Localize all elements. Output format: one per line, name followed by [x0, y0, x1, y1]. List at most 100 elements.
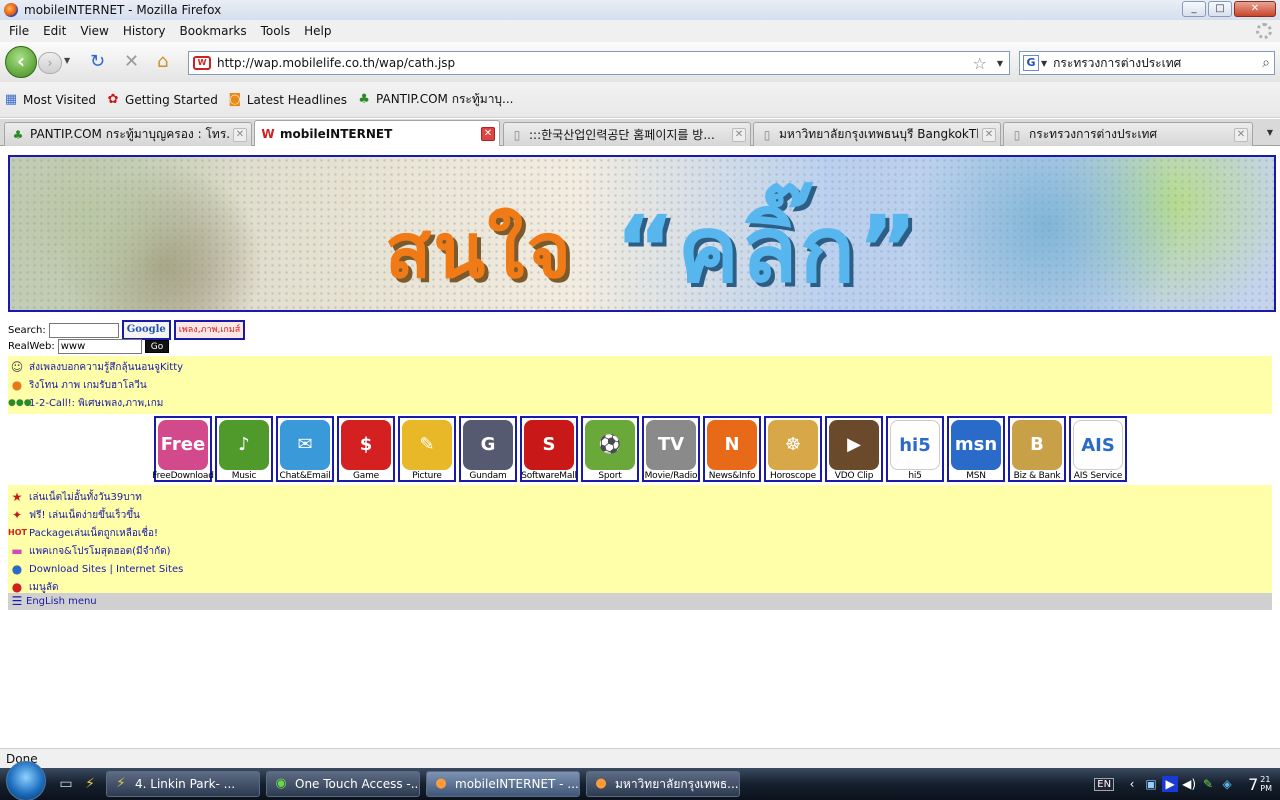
url-text[interactable]: http://wap.mobilelife.co.th/wap/cath.jsp [217, 56, 973, 70]
realweb-input[interactable] [57, 339, 142, 354]
bookmark-pantip[interactable]: ♣ PANTIP.COM กระทู้มาบุ... [357, 90, 513, 109]
url-dropdown-icon[interactable]: ▼ [997, 59, 1003, 68]
media-player-icon[interactable]: ▶ [1162, 776, 1179, 792]
link-text[interactable]: ริงโทน ภาพ เกมรับฮาโลวีน [29, 378, 147, 393]
tray-app-icon[interactable]: ✎ [1200, 776, 1216, 792]
minimize-button[interactable]: _ [1182, 1, 1206, 17]
history-dropdown-icon[interactable]: ▼ [64, 56, 70, 65]
update-icon[interactable]: ◈ [1219, 776, 1235, 792]
tab-close-icon[interactable]: ✕ [1234, 127, 1248, 142]
google-engine-icon[interactable]: G [1023, 55, 1039, 71]
list-item[interactable]: ● Download Sites | Internet Sites [8, 560, 1272, 578]
app-tile-biz-bank[interactable]: B Biz & Bank [1008, 416, 1066, 482]
url-bar[interactable]: W http://wap.mobilelife.co.th/wap/cath.j… [188, 51, 1010, 75]
reload-icon[interactable]: ↻ [90, 52, 105, 72]
taskbar-item-university[interactable]: ● มหาวิทยาลัยกรุงเทพธ... [586, 771, 740, 797]
tab-close-icon[interactable]: ✕ [481, 126, 495, 141]
app-tile-vdo-clip[interactable]: ▶ VDO Clip [825, 416, 883, 482]
taskbar-item-one-touch[interactable]: ◉ One Touch Access -... [266, 771, 420, 797]
search-bar[interactable]: G ▼ กระทรวงการต่างประเทศ ⌕ [1019, 51, 1275, 75]
start-button[interactable] [6, 761, 46, 800]
media-search-button[interactable]: เพลง,ภาพ,เกมส์ [173, 320, 246, 340]
app-tile-horoscope[interactable]: ☸ Horoscope [764, 416, 822, 482]
engine-dropdown-icon[interactable]: ▼ [1041, 59, 1047, 68]
taskbar-item-linkin-park[interactable]: ⚡ 4. Linkin Park- ... [106, 771, 260, 797]
menu-file[interactable]: File [2, 24, 36, 38]
app-tile-softwaremall[interactable]: S SoftwareMall [520, 416, 578, 482]
app-tile-news-info[interactable]: N News&Info [703, 416, 761, 482]
menu-history[interactable]: History [116, 24, 173, 38]
app-tile-freedownload[interactable]: Free FreeDownload [152, 416, 214, 482]
tab-close-icon[interactable]: ✕ [233, 127, 247, 142]
link-text[interactable]: Download Sites | Internet Sites [29, 564, 183, 575]
link-text[interactable]: เล่นเน็ตไม่อั้นทั้งวัน39บาท [29, 490, 142, 505]
tab-foreign-ministry[interactable]: ▯ กระทรวงการต่างประเทศ ✕ [1003, 122, 1253, 146]
app-tile-chat-email[interactable]: ✉ Chat&Email [276, 416, 334, 482]
all-tabs-dropdown-icon[interactable]: ▼ [1262, 123, 1278, 143]
link-text[interactable]: แพคเกจ&โปรโมสุดฮอต(มีจำกัด) [29, 544, 171, 559]
app-tile-msn[interactable]: msn MSN [947, 416, 1005, 482]
english-menu-link[interactable]: EngLish menu [26, 596, 97, 607]
list-item[interactable]: ●●● 1-2-Call!: พิเศษเพลง,ภาพ,เกม [8, 394, 1272, 412]
app-label: hi5 [908, 471, 922, 481]
app-tile-gundam[interactable]: G Gundam [459, 416, 517, 482]
tab-mobileinternet[interactable]: W mobileINTERNET ✕ [254, 120, 500, 146]
menu-bookmarks[interactable]: Bookmarks [173, 24, 254, 38]
link-text[interactable]: Packageเล่นเน็ตถูกเหลือเชื่อ! [29, 526, 158, 541]
app-tile-ais-service[interactable]: AIS AIS Service [1069, 416, 1127, 482]
tab-close-icon[interactable]: ✕ [732, 127, 746, 142]
runner-icon: ✦ [11, 508, 23, 522]
list-item[interactable]: ● ริงโทน ภาพ เกมรับฮาโลวีน [8, 376, 1272, 394]
list-item[interactable]: ▬ แพคเกจ&โปรโมสุดฮอต(มีจำกัด) [8, 542, 1272, 560]
tab-university[interactable]: ▯ มหาวิทยาลัยกรุงเทพธนบุรี BangkokTh... … [753, 122, 1001, 146]
search-query[interactable]: กระทรวงการต่างประเทศ [1053, 54, 1262, 73]
app-tile-game[interactable]: $ Game [337, 416, 395, 482]
list-item[interactable]: HOT Packageเล่นเน็ตถูกเหลือเชื่อ! [8, 524, 1272, 542]
volume-icon[interactable]: ◀) [1181, 776, 1197, 792]
link-text[interactable]: ส่งเพลงบอกความรู้สึกลุ้นนอนจูKitty [29, 360, 183, 375]
english-menu-bar[interactable]: ☰ EngLish menu [8, 593, 1272, 610]
tab-pantip[interactable]: ♣ PANTIP.COM กระทู้มาบุญครอง : โทร... ✕ [4, 122, 252, 146]
app-label: Biz & Bank [1013, 471, 1061, 481]
link-text[interactable]: 1-2-Call!: พิเศษเพลง,ภาพ,เกม [29, 396, 163, 411]
tray-expand-icon[interactable]: ‹ [1124, 776, 1140, 792]
network-icon[interactable]: ▣ [1143, 776, 1159, 792]
app-artwork-icon: ✎ [402, 420, 452, 470]
forward-button[interactable]: › [38, 52, 62, 74]
promo-banner[interactable]: สนใจ “คลิ๊ก” [8, 155, 1276, 312]
list-item[interactable]: ☺ ส่งเพลงบอกความรู้สึกลุ้นนอนจูKitty [8, 358, 1272, 376]
back-button[interactable]: ‹ [5, 46, 37, 78]
app-tile-music[interactable]: ♪ Music [215, 416, 273, 482]
app-tile-sport[interactable]: ⚽ Sport [581, 416, 639, 482]
menu-edit[interactable]: Edit [36, 24, 73, 38]
bookmark-latest-headlines[interactable]: ◙ Latest Headlines [228, 92, 348, 107]
link-text[interactable]: ฟรี! เล่นเน็ตง่ายขึ้นเร็วขึ้น [29, 508, 140, 523]
maximize-button[interactable]: □ [1208, 1, 1232, 17]
close-window-button[interactable]: ✕ [1234, 1, 1276, 17]
tab-close-icon[interactable]: ✕ [982, 127, 996, 142]
taskbar-item-mobileinternet[interactable]: ● mobileINTERNET - ... [426, 771, 580, 797]
language-indicator[interactable]: EN [1094, 777, 1115, 791]
clock-minute-ampm: 21 PM [1260, 775, 1272, 793]
quick-launch-icon[interactable]: ⚡ [80, 775, 100, 793]
stop-icon[interactable]: ✕ [124, 52, 139, 72]
site-search-input[interactable] [48, 322, 119, 338]
menu-help[interactable]: Help [297, 24, 338, 38]
menu-view[interactable]: View [73, 24, 115, 38]
search-icon[interactable]: ⌕ [1262, 55, 1270, 71]
show-desktop-icon[interactable]: ▭ [56, 775, 76, 793]
google-search-button[interactable]: Google [121, 320, 171, 340]
clock-hour[interactable]: 7 [1248, 775, 1258, 794]
home-icon[interactable]: ⌂ [157, 52, 168, 72]
list-item[interactable]: ✦ ฟรี! เล่นเน็ตง่ายขึ้นเร็วขึ้น [8, 506, 1272, 524]
bookmark-star-icon[interactable]: ☆ [973, 54, 987, 73]
bookmark-most-visited[interactable]: ▦ Most Visited [4, 92, 96, 107]
list-item[interactable]: ★ เล่นเน็ตไม่อั้นทั้งวัน39บาท [8, 488, 1272, 506]
tab-korean-site[interactable]: ▯ :::한국산업인력공단 홈페이지를 방... ✕ [503, 122, 751, 146]
go-button[interactable]: Go [144, 340, 170, 353]
app-tile-picture[interactable]: ✎ Picture [398, 416, 456, 482]
app-tile-hi5[interactable]: hi5 hi5 [886, 416, 944, 482]
bookmark-getting-started[interactable]: ✿ Getting Started [106, 92, 218, 107]
app-tile-movie-radio[interactable]: TV Movie/Radio [642, 416, 700, 482]
menu-tools[interactable]: Tools [254, 24, 298, 38]
